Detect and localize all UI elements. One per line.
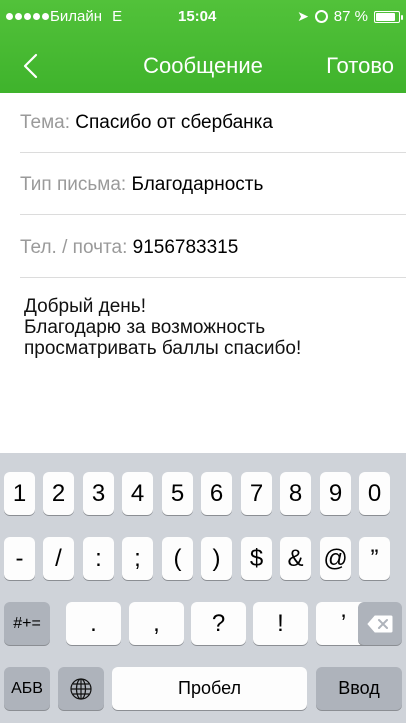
contact-field[interactable]: Тел. / почта: 9156783315	[20, 218, 406, 278]
globe-icon	[70, 677, 92, 700]
navigation-bar: Сообщение Готово	[0, 40, 406, 93]
key-slash[interactable]: /	[43, 537, 74, 580]
key-3[interactable]: 3	[83, 472, 114, 515]
signal-strength-icon	[6, 13, 49, 20]
network-type: E	[112, 8, 123, 25]
message-line: Добрый день!	[24, 296, 146, 317]
message-type-value[interactable]: Благодарность	[131, 174, 263, 195]
alarm-icon	[314, 10, 328, 23]
key-open-paren[interactable]: (	[162, 537, 193, 580]
key-colon[interactable]: :	[83, 537, 114, 580]
battery-icon	[374, 10, 403, 23]
message-textarea[interactable]: Добрый день! Благодарю за возможность пр…	[24, 296, 384, 359]
symbols-toggle-key[interactable]: #+=	[4, 602, 50, 645]
key-close-paren[interactable]: )	[201, 537, 232, 580]
message-line: просматривать баллы спасибо!	[24, 338, 302, 359]
app-header: Билайн E 15:04 ➤ 87 % Сообщение Готово	[0, 0, 406, 93]
subject-field[interactable]: Тема: Спасибо от сбербанка	[20, 93, 406, 153]
key-at[interactable]: @	[320, 537, 351, 580]
language-abc-key[interactable]: АБВ	[4, 667, 50, 710]
key-semicolon[interactable]: ;	[122, 537, 153, 580]
key-9[interactable]: 9	[320, 472, 351, 515]
contact-value[interactable]: 9156783315	[133, 237, 239, 258]
key-period[interactable]: .	[66, 602, 121, 645]
key-dollar[interactable]: $	[241, 537, 272, 580]
done-button[interactable]: Готово	[326, 53, 394, 79]
globe-key[interactable]	[58, 667, 104, 710]
status-bar: Билайн E 15:04 ➤ 87 %	[0, 0, 406, 40]
key-quote[interactable]: ”	[359, 537, 390, 580]
key-4[interactable]: 4	[122, 472, 153, 515]
key-question[interactable]: ?	[191, 602, 246, 645]
key-5[interactable]: 5	[162, 472, 193, 515]
backspace-key[interactable]	[358, 602, 402, 645]
contact-label: Тел. / почта:	[20, 237, 128, 258]
location-arrow-icon: ➤	[297, 8, 309, 24]
message-line: Благодарю за возможность	[24, 317, 266, 338]
on-screen-keyboard: 1 2 3 4 5 6 7 8 9 0 - / : ; ( ) $ & @ ” …	[0, 453, 406, 723]
key-comma[interactable]: ,	[129, 602, 184, 645]
key-dash[interactable]: -	[4, 537, 35, 580]
key-8[interactable]: 8	[280, 472, 311, 515]
chevron-left-icon	[23, 53, 38, 79]
key-exclamation[interactable]: !	[253, 602, 308, 645]
message-type-label: Тип письма:	[20, 174, 127, 195]
message-type-field[interactable]: Тип письма: Благодарность	[20, 155, 406, 215]
status-time: 15:04	[178, 8, 217, 25]
subject-label: Тема:	[20, 112, 71, 133]
key-1[interactable]: 1	[4, 472, 35, 515]
carrier-name: Билайн	[50, 8, 102, 25]
backspace-icon	[367, 615, 393, 632]
key-6[interactable]: 6	[201, 472, 232, 515]
key-ampersand[interactable]: &	[280, 537, 311, 580]
space-key[interactable]: Пробел	[112, 667, 307, 710]
subject-value[interactable]: Спасибо от сбербанка	[75, 112, 273, 133]
back-button[interactable]	[14, 48, 50, 84]
battery-percent: 87 %	[333, 8, 368, 25]
key-2[interactable]: 2	[43, 472, 74, 515]
status-indicators: ➤ 87 %	[297, 8, 403, 25]
return-key[interactable]: Ввод	[316, 667, 402, 710]
carrier-info: Билайн E	[50, 8, 122, 25]
key-0[interactable]: 0	[359, 472, 390, 515]
key-7[interactable]: 7	[241, 472, 272, 515]
